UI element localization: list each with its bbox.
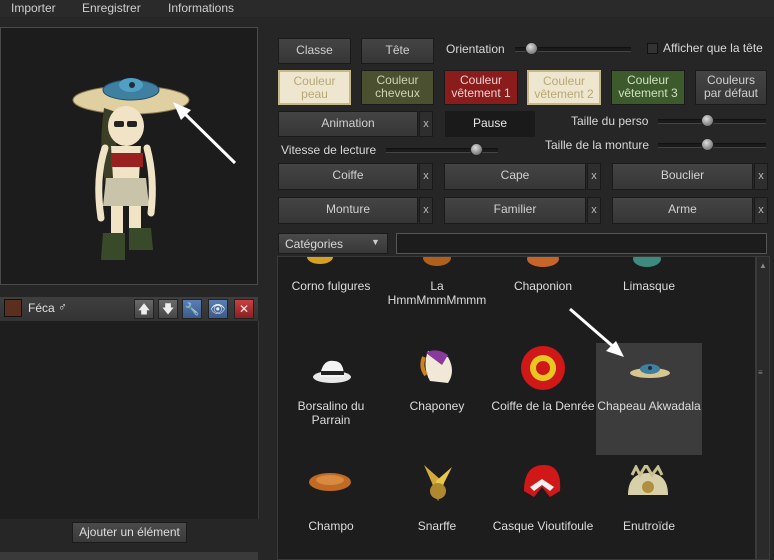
head-only-label: Afficher que la tête	[663, 41, 763, 55]
arme-slot[interactable]: Arme	[612, 197, 753, 224]
item-chaponey[interactable]: Chaponey	[384, 343, 490, 455]
move-down-button[interactable]: 🡇	[158, 299, 178, 319]
menu-save[interactable]: Enregistrer	[82, 0, 141, 16]
pause-button[interactable]: Pause	[445, 111, 535, 137]
mount-size-label: Taille de la monture	[545, 138, 650, 152]
wrench-icon[interactable]: 🔧	[182, 299, 202, 319]
monture-slot[interactable]: Monture	[278, 197, 418, 224]
skin-color-button[interactable]: Couleur peau	[278, 70, 351, 105]
search-input[interactable]	[396, 233, 767, 254]
coiffe-slot[interactable]: Coiffe	[278, 163, 418, 190]
monture-clear-button[interactable]: x	[419, 197, 433, 224]
shell-hat-icon	[628, 465, 668, 495]
cape-clear-button[interactable]: x	[587, 163, 601, 190]
menu-bar: Importer Enregistrer Informations	[0, 0, 774, 17]
item-borsalino[interactable]: Borsalino du Parrain	[278, 343, 384, 455]
head-button[interactable]: Tête	[361, 38, 434, 64]
pony-head-icon	[420, 350, 452, 383]
item-grid-scrollbar[interactable]: ▲ ≡	[756, 256, 770, 560]
ears-icon	[424, 465, 452, 501]
item-casque-vioutifoule[interactable]: Casque Vioutifoule	[490, 455, 596, 559]
orientation-label: Orientation	[446, 42, 505, 56]
item-enutroide[interactable]: Enutroïde	[596, 455, 702, 559]
hat-icon	[423, 257, 451, 266]
arme-clear-button[interactable]: x	[754, 197, 768, 224]
bouclier-clear-button[interactable]: x	[754, 163, 768, 190]
fedora-icon	[313, 360, 351, 383]
hair-color-button[interactable]: Couleur cheveux	[361, 70, 434, 105]
play-speed-knob[interactable]	[470, 143, 484, 156]
cape-slot[interactable]: Cape	[444, 163, 586, 190]
helmet-icon	[524, 465, 561, 497]
delete-button[interactable]: ✕	[234, 299, 254, 319]
character-figure	[72, 78, 237, 260]
coiffe-clear-button[interactable]: x	[419, 163, 433, 190]
menu-info[interactable]: Informations	[168, 0, 234, 16]
add-element-button[interactable]: Ajouter un élément	[72, 522, 187, 543]
character-list[interactable]	[0, 321, 259, 519]
character-preview[interactable]	[0, 27, 258, 285]
move-up-button[interactable]: 🡅	[134, 299, 154, 319]
chevron-down-icon: ▼	[371, 237, 380, 247]
char-size-slider[interactable]	[658, 114, 766, 127]
character-avatar	[4, 299, 22, 317]
mount-size-slider[interactable]	[658, 138, 766, 151]
default-colors-button[interactable]: Couleurs par défaut	[695, 70, 767, 105]
scroll-thumb[interactable]: ≡	[758, 369, 768, 377]
horn-icon	[307, 257, 333, 264]
menu-import[interactable]: Importer	[11, 0, 56, 16]
categories-dropdown[interactable]: Catégories ▼	[278, 233, 388, 254]
item-corno-fulgures[interactable]: Corno fulgures	[278, 257, 384, 343]
orientation-knob[interactable]	[525, 42, 539, 55]
bouclier-slot[interactable]: Bouclier	[612, 163, 753, 190]
item-champo[interactable]: Champo	[278, 455, 384, 559]
familier-clear-button[interactable]: x	[587, 197, 601, 224]
play-speed-slider[interactable]	[386, 143, 498, 156]
animation-clear-button[interactable]: x	[419, 111, 433, 137]
item-snarffe[interactable]: Snarffe	[384, 455, 490, 559]
categories-value: Catégories	[285, 237, 344, 251]
scroll-up-icon[interactable]: ▲	[759, 261, 767, 270]
char-size-knob[interactable]	[700, 114, 714, 127]
item-la-hmmmmmmmmmm[interactable]: La HmmMmmMmmm	[384, 257, 490, 343]
cloth2-color-button[interactable]: Couleur vêtement 2	[527, 70, 601, 105]
mask-icon	[633, 257, 661, 267]
head-only-checkbox[interactable]	[647, 43, 658, 54]
item-grid[interactable]: Corno fulgures La HmmMmmMmmm Chaponion L…	[277, 256, 756, 560]
character-name: Féca	[28, 301, 55, 315]
mount-size-knob[interactable]	[700, 138, 714, 151]
cloth1-color-button[interactable]: Couleur vêtement 1	[444, 70, 518, 105]
cloth3-color-button[interactable]: Couleur vêtement 3	[611, 70, 685, 105]
bottom-strip	[0, 552, 258, 560]
animation-button[interactable]: Animation	[278, 111, 418, 137]
mushroom-hat-icon	[527, 257, 559, 267]
char-size-label: Taille du perso	[571, 114, 649, 128]
familier-slot[interactable]: Familier	[444, 197, 586, 224]
character-row[interactable]: Féca ♂ 🡅 🡇 🔧 👁 ✕	[0, 297, 258, 322]
class-button[interactable]: Classe	[278, 38, 351, 64]
orientation-slider[interactable]	[515, 42, 631, 55]
gender-icon: ♂	[58, 300, 67, 314]
play-speed-label: Vitesse de lecture	[281, 143, 377, 157]
eye-icon[interactable]: 👁	[208, 299, 228, 319]
mushroom-cap-icon	[309, 473, 351, 491]
pointer-arrow	[569, 307, 624, 357]
